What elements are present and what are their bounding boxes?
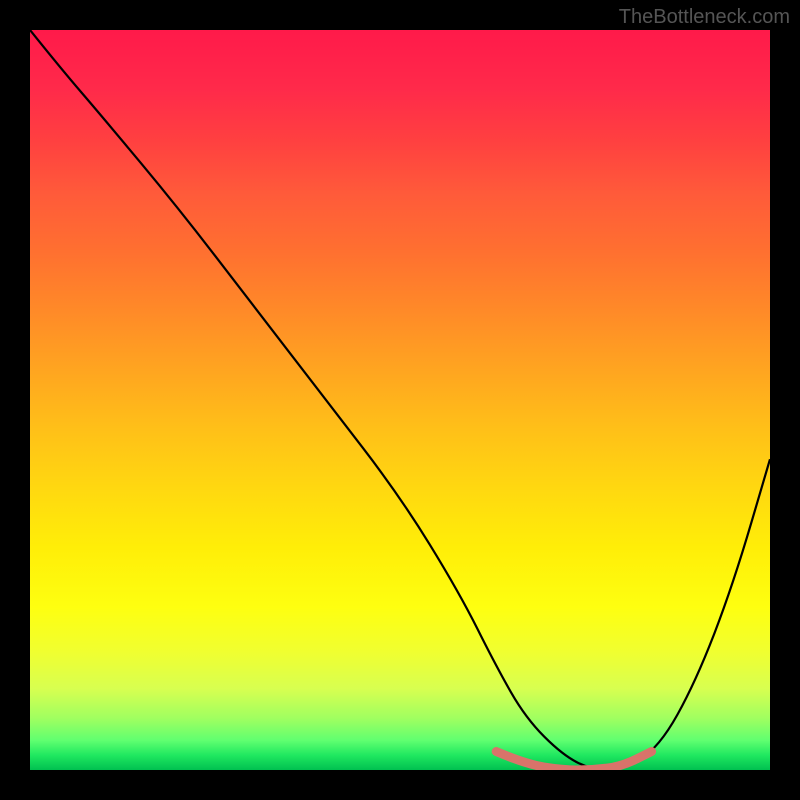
watermark-text: TheBottleneck.com <box>619 6 790 29</box>
chart-plot-area <box>30 30 770 770</box>
chart-line-curve <box>30 30 770 770</box>
chart-svg <box>30 30 770 770</box>
